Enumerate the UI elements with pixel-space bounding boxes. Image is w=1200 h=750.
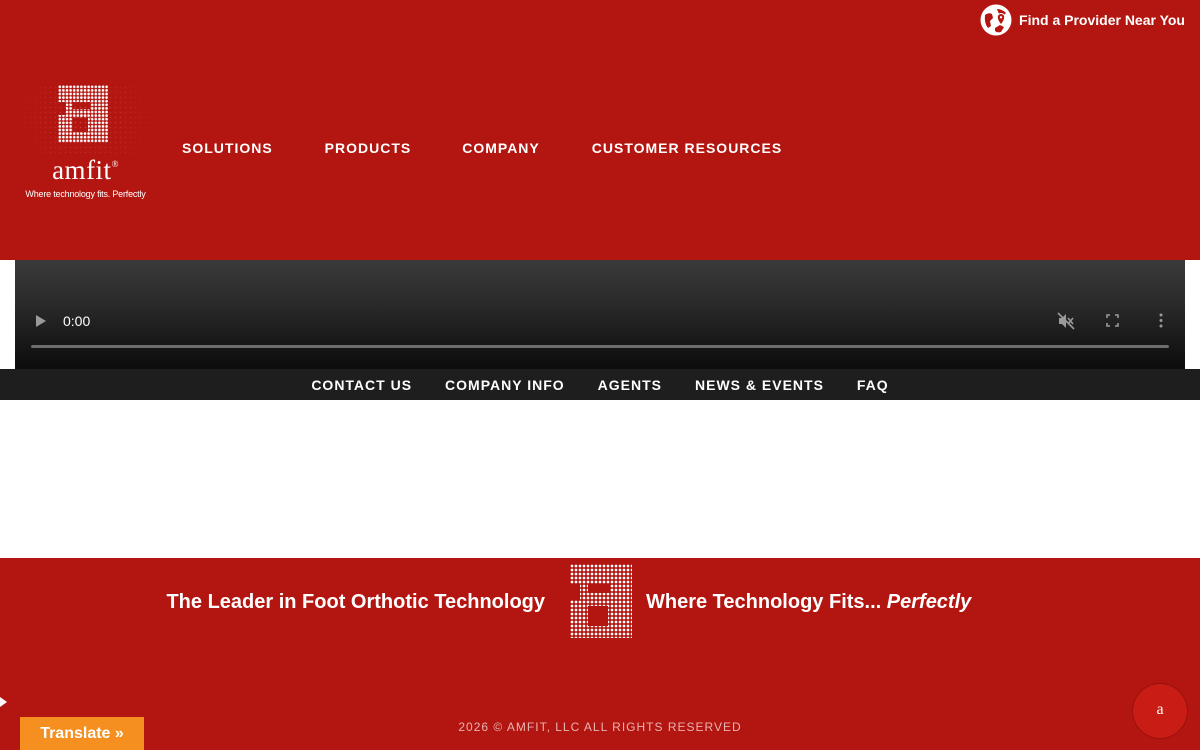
find-provider-label: Find a Provider Near You	[1019, 12, 1185, 28]
main-nav: SOLUTIONS PRODUCTS COMPANY CUSTOMER RESO…	[182, 140, 782, 156]
subnav-news-events[interactable]: NEWS & EVENTS	[679, 377, 841, 393]
site-footer: The Leader in Foot Orthotic Technology W…	[0, 558, 1200, 750]
footer-dotted-a-mark	[570, 564, 632, 638]
chat-widget-button[interactable]: a	[1133, 684, 1187, 738]
logo-tagline: Where technology fits. Perfectly	[25, 189, 146, 199]
find-provider-link[interactable]: Find a Provider Near You	[980, 4, 1185, 36]
video-progress-track[interactable]	[31, 345, 1169, 348]
subnav-agents[interactable]: AGENTS	[581, 377, 678, 393]
fullscreen-icon[interactable]	[1106, 314, 1119, 327]
subnav-company-info[interactable]: COMPANY INFO	[429, 377, 582, 393]
site-header: Find a Provider Near You amfit® Where te…	[0, 0, 1200, 260]
footer-slogan-right: Where Technology Fits... Perfectly	[646, 591, 972, 613]
amfit-logo[interactable]: amfit® Where technology fits. Perfectly	[18, 85, 153, 205]
nav-products[interactable]: PRODUCTS	[325, 140, 412, 156]
subnav-contact-us[interactable]: CONTACT US	[295, 377, 429, 393]
nav-solutions[interactable]: SOLUTIONS	[182, 140, 273, 156]
video-player[interactable]: 0:00	[15, 260, 1185, 369]
muted-speaker-icon[interactable]	[1057, 312, 1075, 330]
nav-company[interactable]: COMPANY	[462, 140, 540, 156]
collapse-arrow-icon[interactable]	[0, 697, 7, 707]
globe-location-icon	[980, 4, 1012, 36]
chat-widget-letter: a	[1156, 701, 1164, 718]
nav-customer-resources[interactable]: CUSTOMER RESOURCES	[592, 140, 782, 156]
secondary-nav: CONTACT US COMPANY INFO AGENTS NEWS & EV…	[0, 369, 1200, 400]
subnav-faq[interactable]: FAQ	[840, 377, 905, 393]
logo-dotted-a-mark	[58, 85, 108, 143]
logo-brand-name: amfit®	[52, 155, 119, 185]
more-vertical-icon[interactable]	[1159, 313, 1163, 328]
footer-slogan-left: The Leader in Foot Orthotic Technology	[166, 591, 545, 613]
translate-button[interactable]: Translate »	[20, 717, 144, 750]
video-time: 0:00	[63, 313, 91, 329]
footer-copyright: 2026 © AMFIT, LLC ALL RIGHTS RESERVED	[458, 720, 742, 734]
play-icon[interactable]	[35, 314, 47, 328]
